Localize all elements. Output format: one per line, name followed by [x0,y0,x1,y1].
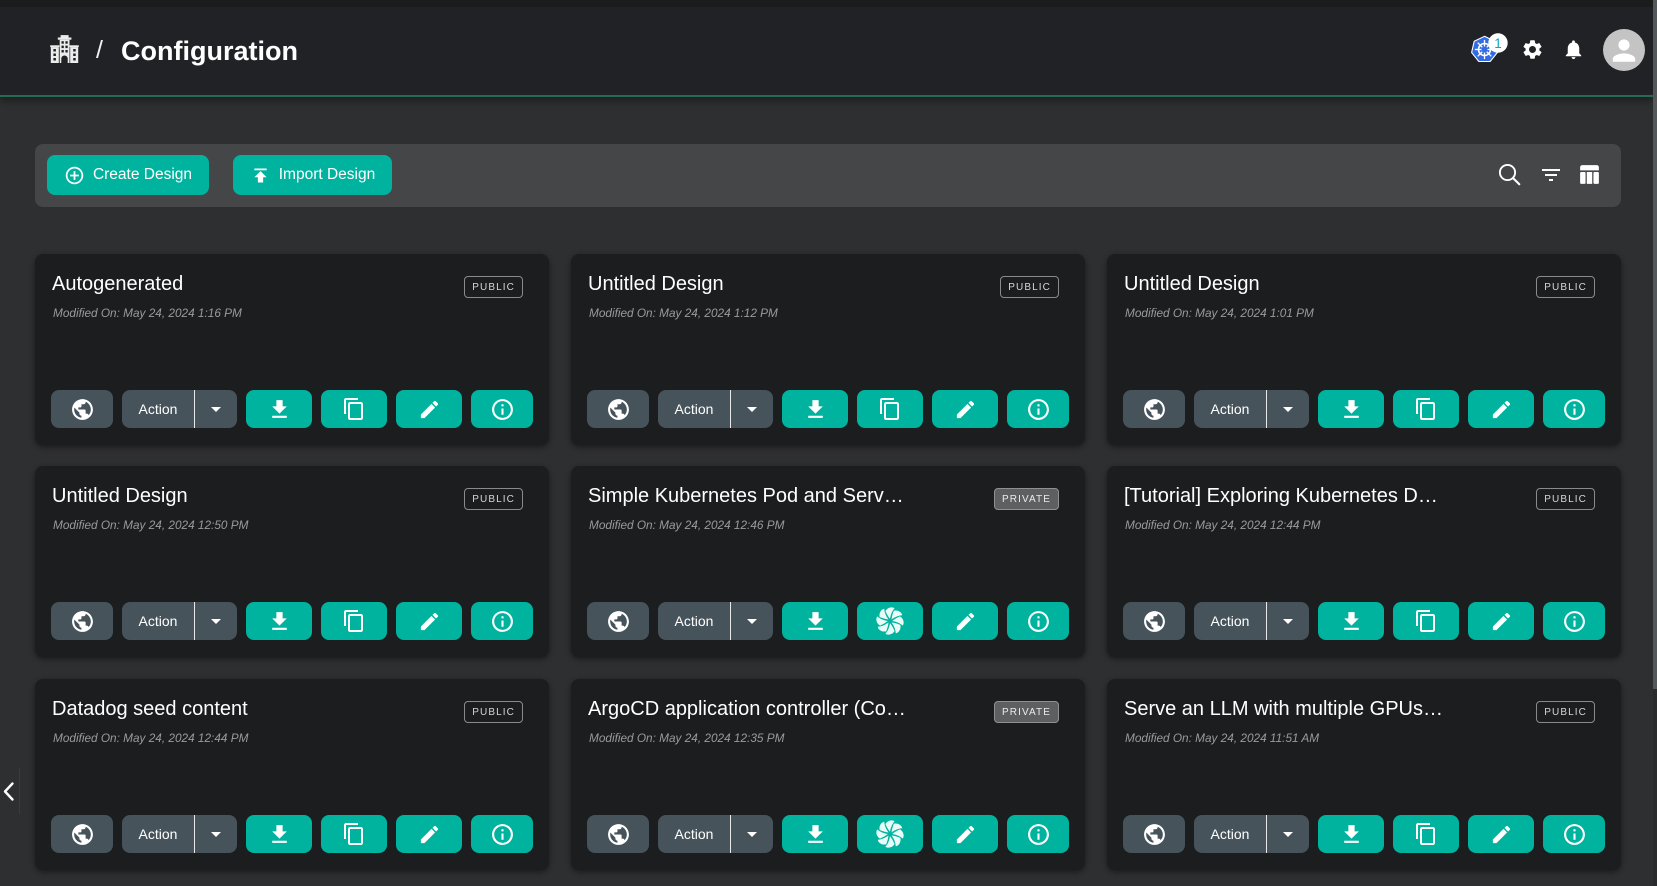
svg-text:1: 1 [1494,36,1502,51]
